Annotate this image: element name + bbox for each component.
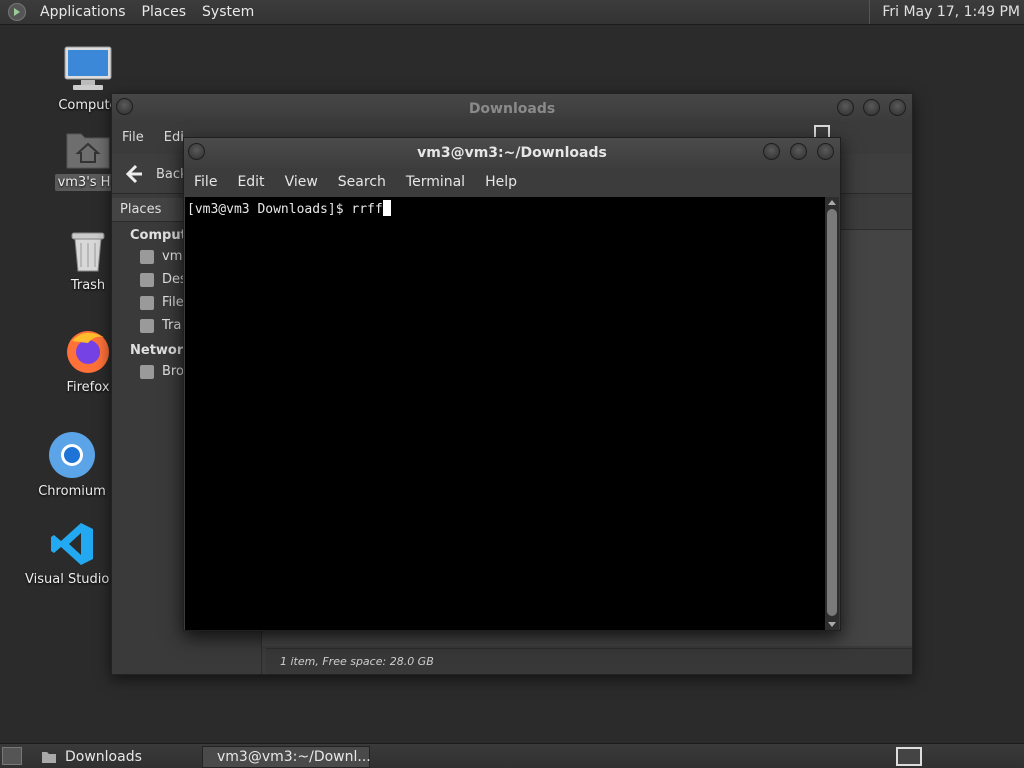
folder-icon [42, 752, 56, 763]
terminal-scrollbar[interactable] [825, 197, 839, 630]
maximize-button[interactable] [863, 99, 880, 116]
workspace-switcher[interactable] [896, 747, 922, 766]
desktop-icon-label: Firefox [66, 380, 110, 395]
shell-prompt: [vm3@vm3 Downloads]$ [187, 202, 352, 217]
text-cursor [382, 200, 391, 216]
close-button[interactable] [817, 143, 834, 160]
vscode-icon [51, 523, 93, 565]
file-manager-menubar: File Edi [112, 126, 194, 150]
applications-menu[interactable]: Applications [32, 4, 134, 20]
menu-help[interactable]: Help [475, 168, 527, 196]
clock[interactable]: Fri May 17, 1:49 PM [869, 0, 1020, 24]
scroll-up-arrow-icon[interactable] [828, 200, 836, 205]
chromium-icon [49, 432, 95, 478]
back-button[interactable]: Back [122, 162, 188, 186]
desktop-icon-chromium[interactable]: Chromium [22, 431, 122, 500]
show-desktop-button[interactable] [2, 747, 22, 765]
maximize-button[interactable] [790, 143, 807, 160]
scrollbar-thumb[interactable] [827, 209, 837, 616]
gnome-logo-icon[interactable] [8, 3, 26, 21]
taskbar-item-terminal[interactable]: vm3@vm3:~/Downl... [202, 746, 371, 768]
menu-file[interactable]: File [184, 168, 227, 196]
places-menu[interactable]: Places [134, 4, 195, 20]
system-menu[interactable]: System [194, 4, 262, 20]
menu-search[interactable]: Search [328, 168, 396, 196]
minimize-button[interactable] [837, 99, 854, 116]
menu-terminal[interactable]: Terminal [396, 168, 475, 196]
network-icon [140, 364, 154, 379]
close-button[interactable] [889, 99, 906, 116]
taskbar-item-downloads[interactable]: Downloads [34, 746, 198, 768]
back-arrow-icon [125, 164, 142, 184]
file-manager-titlebar[interactable]: Downloads [112, 94, 912, 124]
terminal-window[interactable]: vm3@vm3:~/Downloads File Edit View Search Te… [183, 137, 841, 631]
menu-edit[interactable]: Edit [227, 168, 274, 196]
trash-small-icon [140, 318, 154, 333]
bottom-panel: Downloads vm3@vm3:~/Downl... [0, 743, 1024, 768]
terminal-titlebar[interactable]: vm3@vm3:~/Downloads [184, 138, 840, 168]
trash-icon [71, 232, 105, 272]
status-bar: 1 item, Free space: 28.0 GB [266, 648, 912, 674]
terminal-screen[interactable]: [vm3@vm3 Downloads]$ rrff [185, 197, 827, 630]
typed-command: rrff [351, 202, 383, 217]
minimize-button[interactable] [763, 143, 780, 160]
scroll-down-arrow-icon[interactable] [828, 622, 836, 627]
firefox-icon [67, 331, 109, 373]
filesystem-icon [140, 295, 154, 310]
top-panel: Applications Places System Fri May 17, 1… [0, 0, 1024, 25]
window-menu-button[interactable] [116, 98, 133, 115]
desktop-icon-label: Trash [70, 278, 106, 293]
desktop-icon [140, 272, 154, 287]
home-folder-icon [66, 133, 110, 169]
menu-view[interactable]: View [275, 168, 328, 196]
home-icon [140, 249, 154, 264]
desktop-icon-label: Chromium [38, 484, 106, 499]
menu-file[interactable]: File [112, 130, 154, 145]
window-menu-button[interactable] [188, 143, 205, 160]
desktop-icon-vscode[interactable]: Visual Studio Co [22, 521, 131, 588]
terminal-menubar: File Edit View Search Terminal Help [184, 168, 840, 196]
computer-icon [64, 46, 112, 90]
